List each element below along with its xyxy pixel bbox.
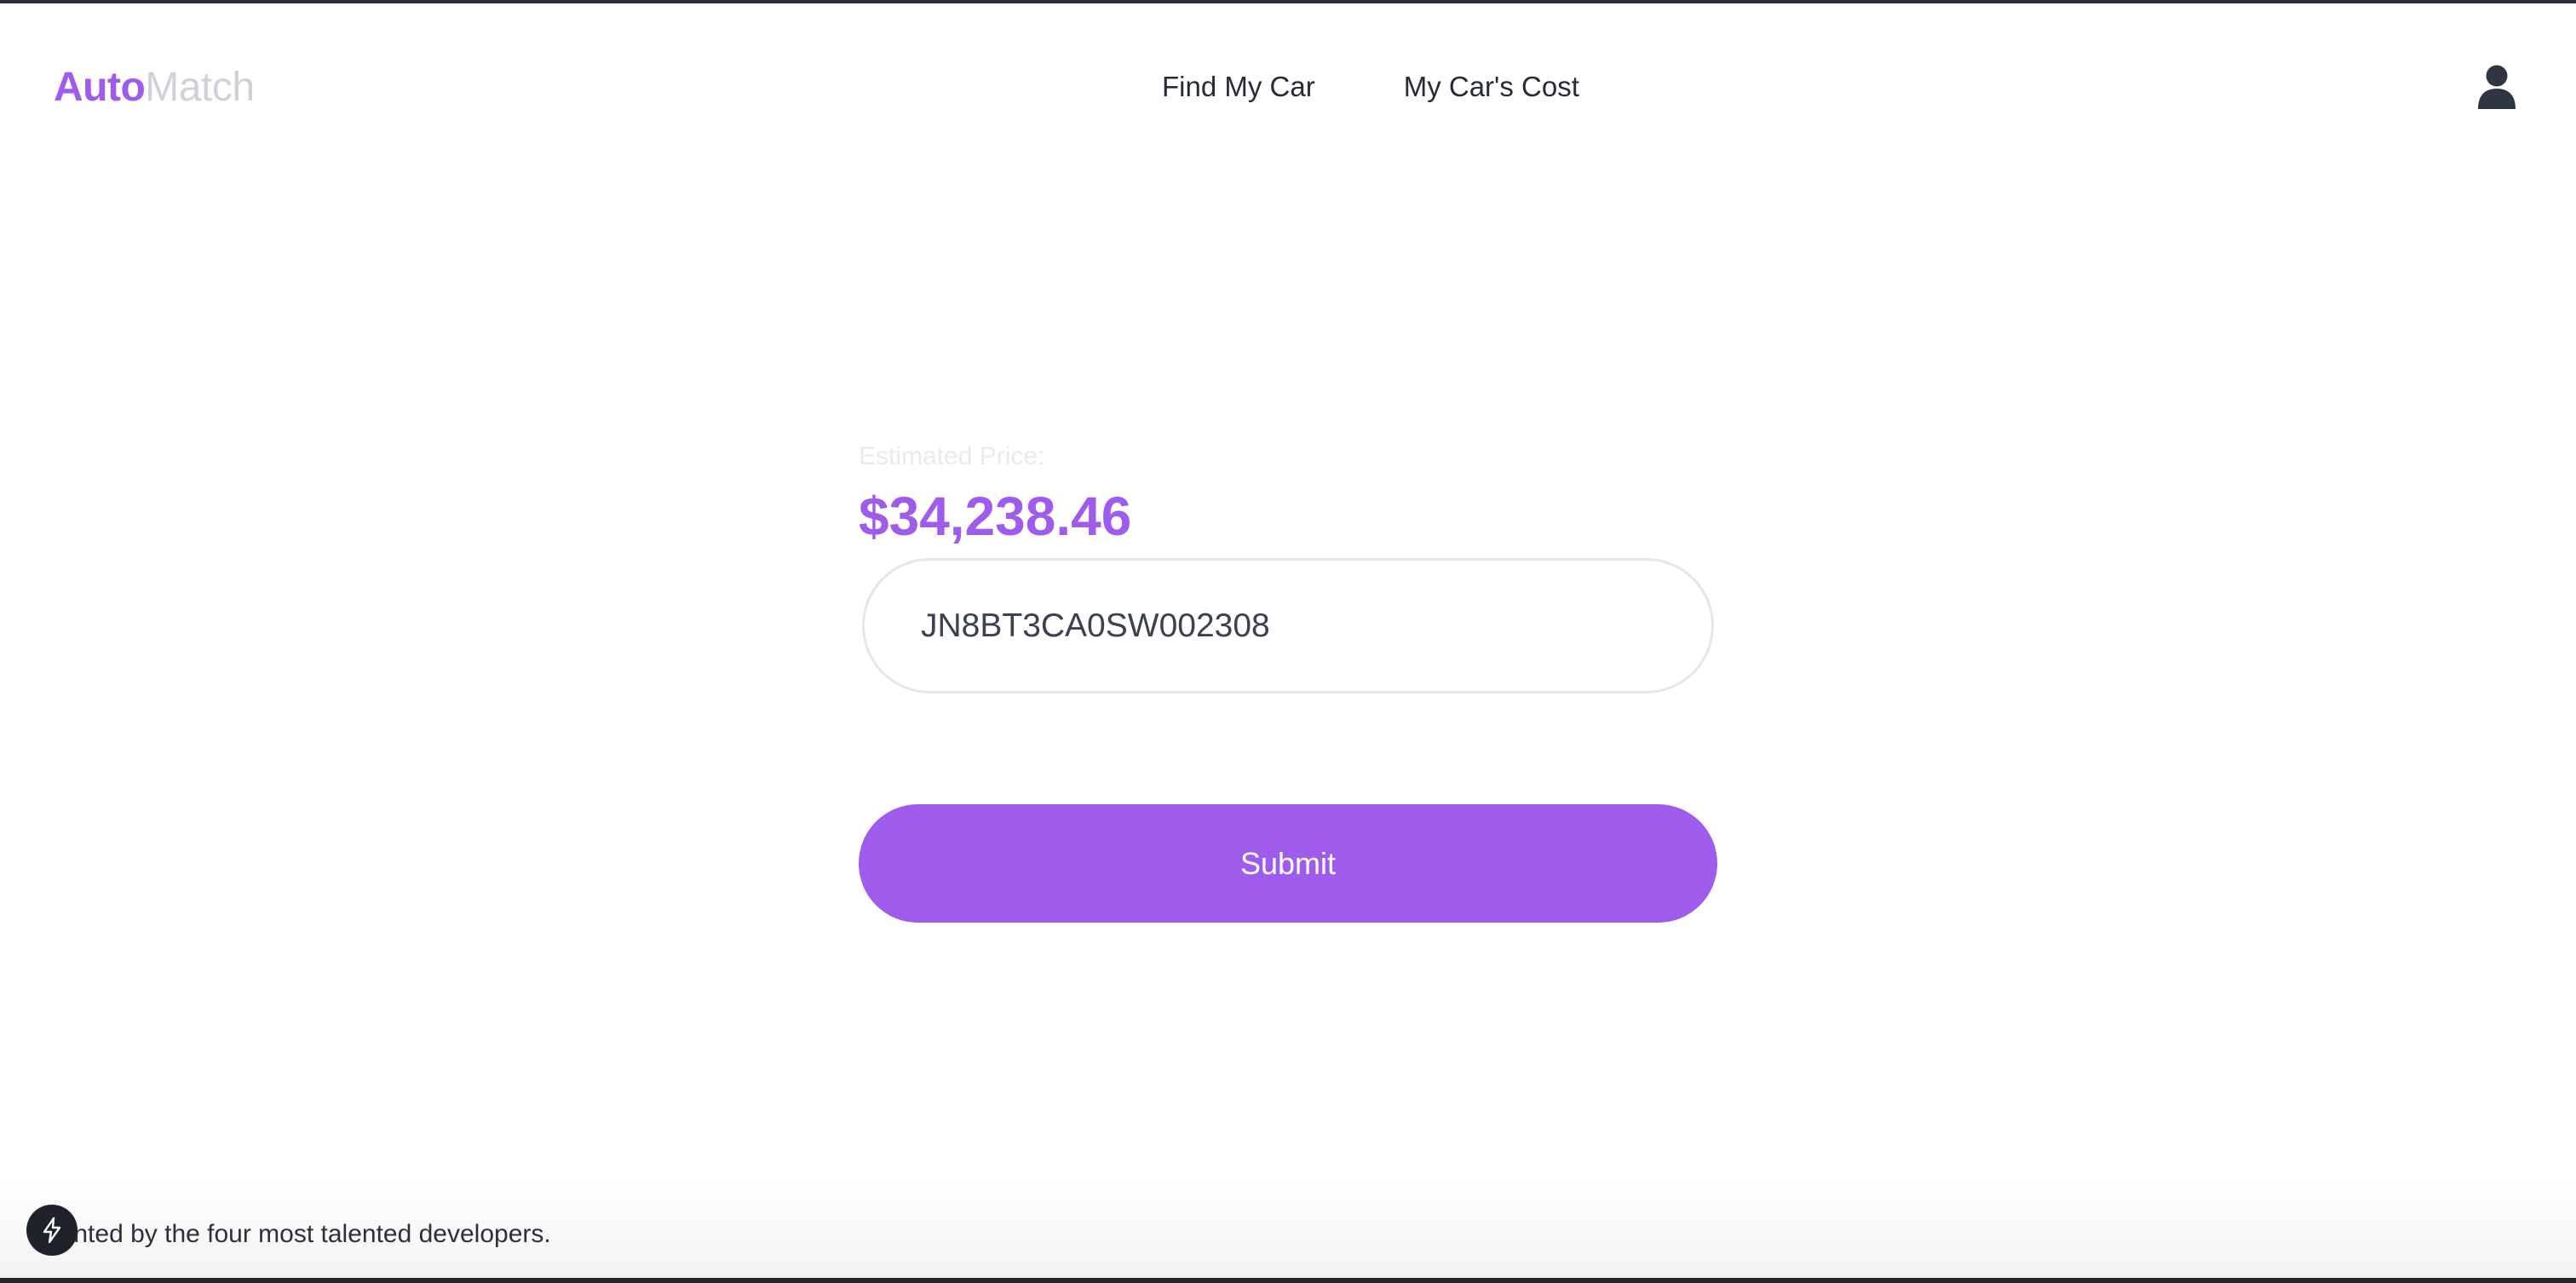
logo-secondary: Match (145, 65, 255, 110)
logo[interactable]: AutoMatch (54, 64, 255, 112)
top-nav: Find My Car My Car's Cost (1162, 70, 1579, 104)
nav-find-my-car[interactable]: Find My Car (1162, 70, 1315, 104)
lightning-icon[interactable] (26, 1205, 78, 1256)
estimated-price-value: $34,238.46 (859, 486, 1132, 547)
logo-primary: Auto (54, 65, 146, 110)
vin-input[interactable] (862, 558, 1714, 693)
app-frame: AutoMatch Find My Car My Car's Cost Esti… (0, 0, 2576, 1283)
submit-button[interactable]: Submit (859, 804, 1717, 923)
user-icon[interactable] (2477, 65, 2516, 109)
footer-text: Presented by the four most talented deve… (36, 1220, 551, 1248)
nav-my-cars-cost[interactable]: My Car's Cost (1404, 70, 1579, 104)
estimated-price-label: Estimated Price: (859, 442, 1045, 470)
